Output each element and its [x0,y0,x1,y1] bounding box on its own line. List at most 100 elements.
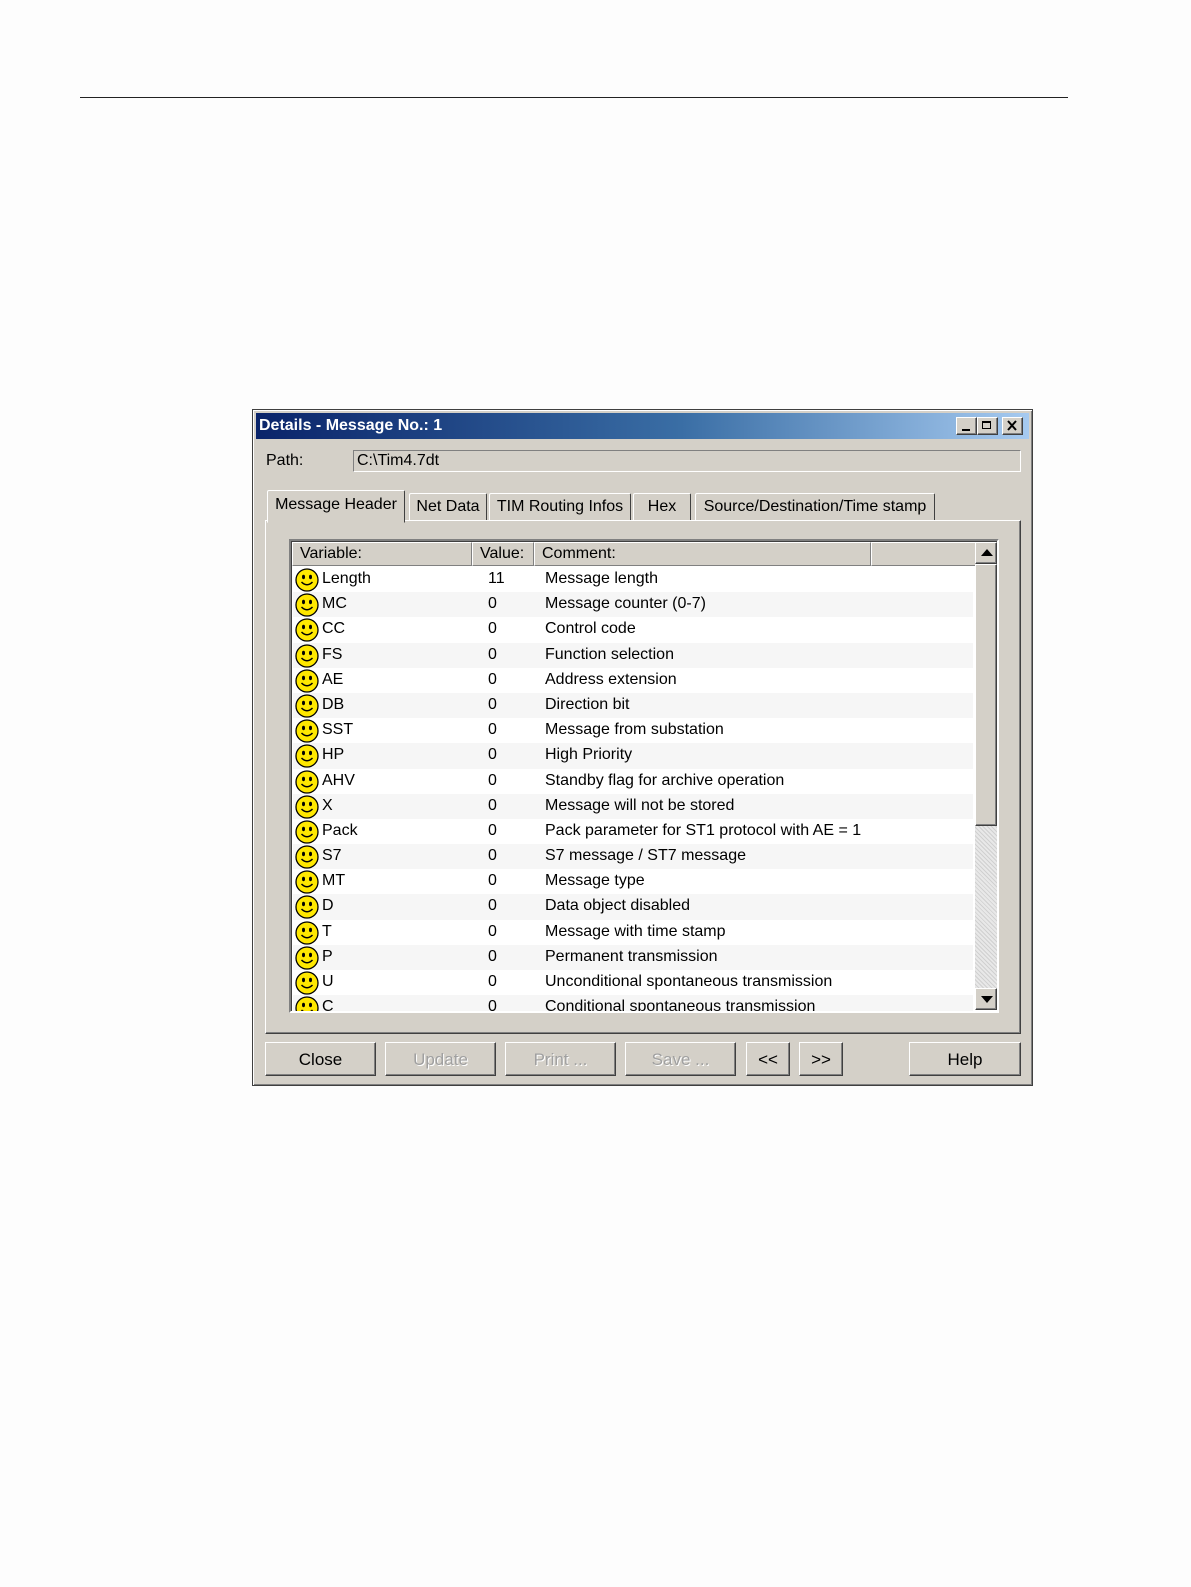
table-row[interactable]: Pack 0 Pack parameter for ST1 protocol wit… [293,819,973,844]
minimize-button[interactable] [956,417,977,435]
smiley-icon [295,820,319,844]
comment-cell: Standby flag for archive operation [545,771,785,789]
table-row[interactable]: FS 0 Function selection [293,642,973,668]
column-header-variable[interactable]: Variable: [292,542,472,566]
comment-cell: Control code [545,620,636,638]
smiley-icon [295,618,319,643]
tab-message-header[interactable]: Message Header [267,490,405,523]
comment-cell: High Priority [545,746,633,764]
details-dialog: Details - Message No.: 1 Path: C:\Tim4.7… [252,409,1033,1086]
smiley-icon [295,694,319,718]
column-header-comment[interactable]: Comment: [534,542,871,566]
page-header-rule [80,97,1068,98]
maximize-button[interactable] [977,417,998,435]
value-cell: 0 [488,922,497,940]
table-row[interactable]: S7 0 S7 message / ST7 message [293,844,973,870]
scroll-thumb[interactable] [975,564,997,826]
value-cell: 0 [488,872,497,890]
close-icon [1007,420,1017,431]
variable-cell: U [322,973,334,990]
smiley-icon [295,895,319,920]
comment-cell: Unconditional spontaneous transmission [545,973,833,990]
value-cell: 0 [488,847,497,865]
smiley-icon [295,996,319,1011]
smiley-icon [295,870,319,894]
table-row[interactable]: HP 0 High Priority [293,743,973,769]
close-button[interactable]: Close [265,1042,376,1076]
variable-cell: SST [322,721,354,739]
table-row[interactable]: SST 0 Message from substation [293,718,973,743]
table-row[interactable]: MT 0 Message type [293,869,973,894]
variable-cell: FS [322,645,343,663]
variables-list[interactable]: Variable: Value: Comment: Length 11 Messag… [289,539,999,1013]
value-cell: 0 [488,746,497,764]
table-row[interactable]: T 0 Message with time stamp [293,920,973,945]
comment-cell: S7 message / ST7 message [545,847,746,865]
column-header-value[interactable]: Value: [472,542,534,566]
smiley-icon [295,568,319,592]
update-button[interactable]: Update [385,1042,496,1076]
variable-cell: AE [322,670,344,688]
message-header-panel: Variable: Value: Comment: Length 11 Messag… [265,520,1021,1034]
comment-cell: Function selection [545,645,674,663]
table-row[interactable]: DB 0 Direction bit [293,692,973,719]
variable-cell: S7 [322,847,342,865]
comment-cell: Data object disabled [545,897,690,915]
table-row[interactable]: P 0 Permanent transmission [293,944,973,970]
value-cell: 0 [488,721,497,739]
comment-cell: Permanent transmission [545,947,718,965]
close-window-button[interactable] [1002,417,1023,435]
table-row[interactable]: Length 11 Message length [293,567,973,592]
table-rows: Length 11 Message length MC 0 Message counter… [293,567,973,1011]
vertical-scrollbar[interactable] [975,542,997,1010]
table-row[interactable]: MC 0 Message counter (0-7) [293,592,973,618]
column-header-extra[interactable] [871,542,977,566]
tab-net-data[interactable]: Net Data [409,493,487,521]
scroll-up-button[interactable] [975,542,997,564]
variable-cell: D [322,897,334,915]
variable-cell: DB [322,695,345,713]
table-row[interactable]: AHV 0 Standby flag for archive operation [293,769,973,794]
comment-cell: Message with time stamp [545,922,726,940]
variable-cell: MC [322,595,347,613]
value-cell: 0 [488,670,497,688]
variable-cell: Length [322,570,371,587]
table-row[interactable]: D 0 Data object disabled [293,894,973,920]
smiley-icon [295,795,319,819]
variable-cell: Pack [322,821,358,839]
variable-cell: AHV [322,771,355,789]
comment-cell: Direction bit [545,695,630,713]
table-row[interactable]: AE 0 Address extension [293,668,973,693]
comment-cell: Message counter (0-7) [545,595,706,613]
tab-tim-routing-infos[interactable]: TIM Routing Infos [489,493,631,521]
table-row[interactable]: U 0 Unconditional spontaneous transmission [293,970,973,995]
window-title: Details - Message No.: 1 [259,417,443,434]
comment-cell: Message type [545,872,645,890]
smiley-icon [295,719,319,743]
help-button[interactable]: Help [909,1042,1021,1076]
scroll-down-button[interactable] [975,988,997,1010]
smiley-icon [295,971,319,995]
comment-cell: Message from substation [545,721,724,739]
table-row[interactable]: CC 0 Control code [293,617,973,643]
variable-cell: P [322,947,333,965]
variable-cell: MT [322,872,346,890]
tab-hex[interactable]: Hex [633,493,691,521]
previous-message-button[interactable]: << [746,1042,790,1076]
print-button[interactable]: Print ... [505,1042,616,1076]
smiley-icon [295,643,319,668]
tab-strip: Message Header Net Data TIM Routing Info… [267,490,967,523]
next-message-button[interactable]: >> [799,1042,843,1076]
table-row[interactable]: X 0 Message will not be stored [293,793,973,819]
title-bar[interactable]: Details - Message No.: 1 [256,413,1029,439]
value-cell: 0 [488,695,497,713]
save-button[interactable]: Save ... [625,1042,736,1076]
smiley-icon [295,946,319,970]
arrow-down-icon [981,996,993,1003]
maximize-icon [982,421,991,429]
tab-source-destination-time-stamp[interactable]: Source/Destination/Time stamp [695,493,935,521]
variable-cell: T [322,922,332,940]
comment-cell: Message will not be stored [545,796,735,814]
table-row[interactable]: C 0 Conditional spontaneous transmission [293,995,973,1011]
smiley-icon [295,593,319,617]
